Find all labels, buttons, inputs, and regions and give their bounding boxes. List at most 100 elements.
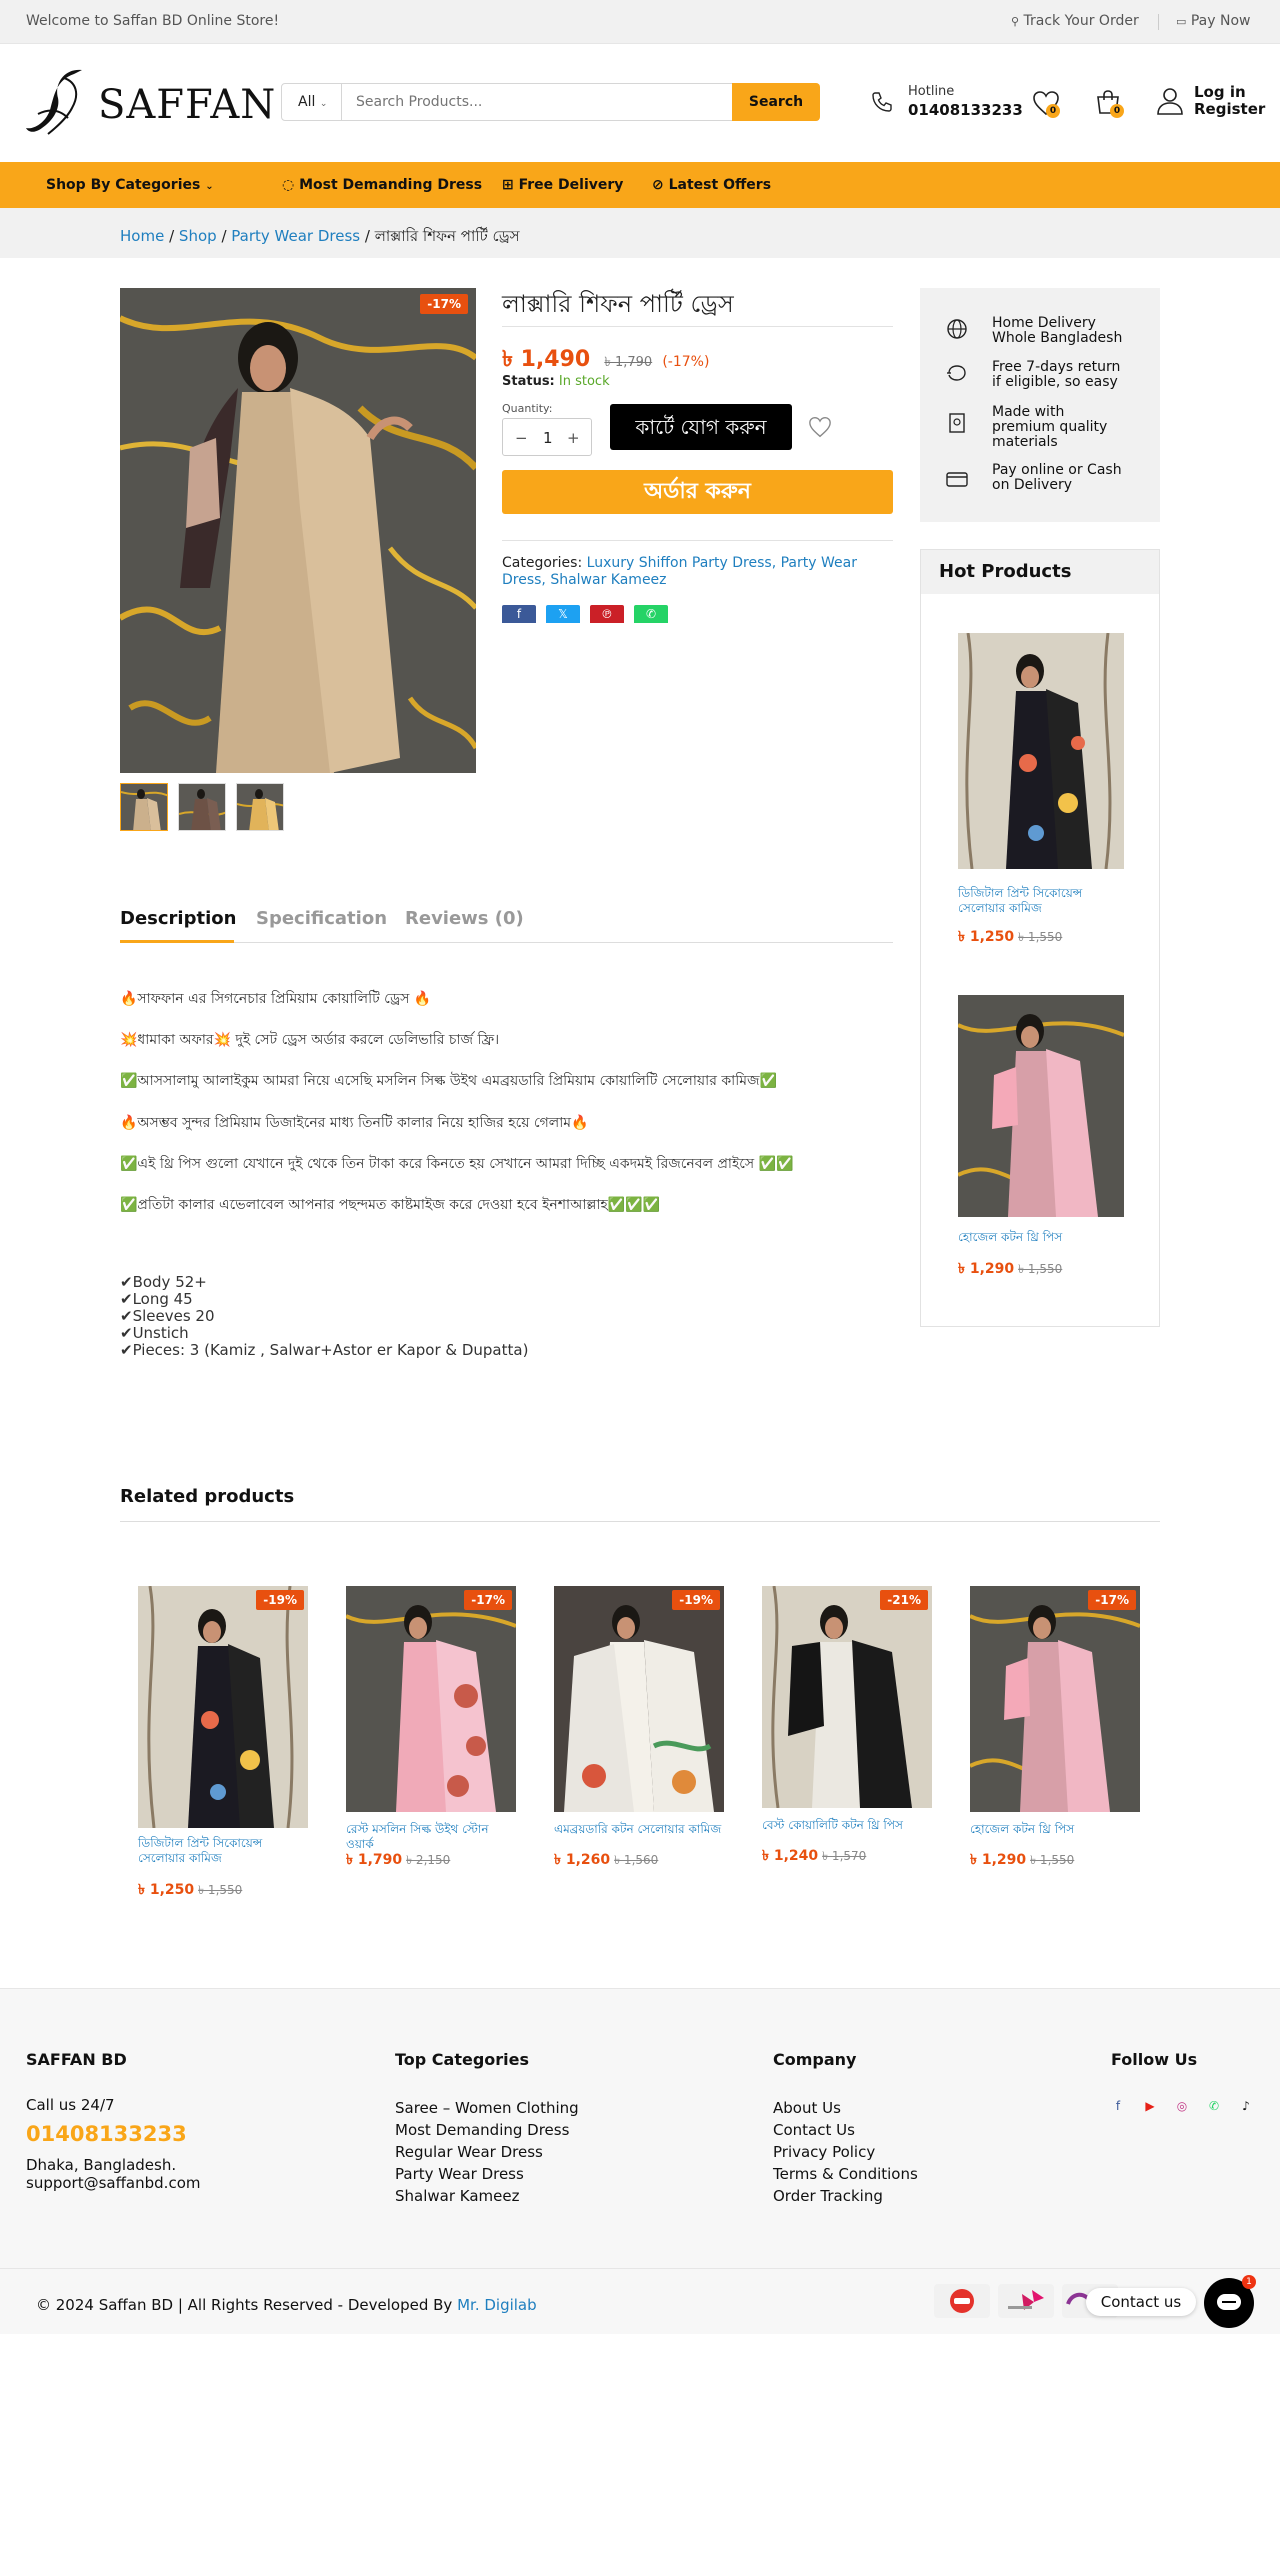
breadcrumb-home[interactable]: Home <box>120 227 164 245</box>
breadcrumb-shop[interactable]: Shop <box>179 227 217 245</box>
related-product-name[interactable]: এমব্রয়ডারি কটন সেলোয়ার কামিজ <box>554 1822 724 1837</box>
order-now-button[interactable]: অর্ডার করুন <box>502 470 893 514</box>
tab-specification[interactable]: Specification <box>256 908 387 929</box>
pay-now-link[interactable]: ▭ Pay Now <box>1176 13 1250 29</box>
breadcrumb-party-wear[interactable]: Party Wear Dress <box>231 227 360 245</box>
product-photo <box>120 288 476 773</box>
product-categories: Categories: Luxury Shiffon Party Dress, … <box>502 555 893 589</box>
login-link[interactable]: Log in <box>1194 84 1265 101</box>
nav-item-free-delivery[interactable]: ⊞ Free Delivery <box>502 177 623 193</box>
footer-link[interactable]: Regular Wear Dress <box>395 2143 543 2161</box>
related-product-price: ৳ 1,260 ৳ 1,560 <box>554 1848 658 1872</box>
footer-link[interactable]: Party Wear Dress <box>395 2165 524 2183</box>
related-product-name[interactable]: ডিজিটাল প্রিন্ট সিকোয়েন্স সেলোয়ার কামি… <box>138 1836 308 1866</box>
breadcrumb-separator: / <box>221 227 227 245</box>
hot-product-name[interactable]: হোজেল কটন থ্রি পিস <box>958 1230 1128 1245</box>
chevron-down-icon: ⌄ <box>205 181 214 192</box>
phone-icon <box>872 92 892 112</box>
footer-link[interactable]: About Us <box>773 2099 841 2117</box>
hot-product-image[interactable] <box>958 633 1124 869</box>
feature-payment: Pay online or Cash on Delivery <box>992 462 1122 493</box>
increase-button[interactable]: + <box>567 429 580 447</box>
footer-email[interactable]: support@saffanbd.com <box>26 2174 200 2192</box>
related-product-image[interactable]: -21% <box>762 1586 932 1808</box>
nav-item-most-demanding[interactable]: ◌ Most Demanding Dress <box>282 177 482 193</box>
related-product-name[interactable]: বেস্ট কোয়ালিটি কটন থ্রি পিস <box>762 1818 932 1833</box>
chevron-down-icon: ⌄ <box>319 99 328 109</box>
quantity-stepper: − 1 + <box>502 418 592 456</box>
search-category-value: All <box>298 94 316 110</box>
footer-link[interactable]: Shalwar Kameez <box>395 2187 520 2205</box>
share-whatsapp-icon[interactable]: ✆ <box>634 605 668 623</box>
cart-button[interactable]: 0 <box>1094 88 1124 120</box>
description-line: ✅এই থ্রি পিস গুলো যেখানে দুই থেকে তিন টা… <box>120 1156 794 1172</box>
shop-by-categories-menu[interactable]: Shop By Categories ⌄ <box>46 177 214 193</box>
whatsapp-icon[interactable]: ✆ <box>1206 2098 1222 2114</box>
developer-link[interactable]: Mr. Digilab <box>457 2296 537 2314</box>
user-icon[interactable] <box>1156 86 1184 116</box>
payment-method-icon <box>950 2289 974 2313</box>
footer-link[interactable]: Order Tracking <box>773 2187 883 2205</box>
account-links: Log in Register <box>1194 84 1265 118</box>
search-bar: All ⌄ Search <box>281 83 820 121</box>
instagram-icon[interactable]: ◎ <box>1174 2098 1190 2114</box>
search-category-select[interactable]: All ⌄ <box>282 84 342 120</box>
facebook-icon[interactable]: f <box>1110 2098 1126 2114</box>
decrease-button[interactable]: − <box>515 429 528 447</box>
footer-phone[interactable]: 01408133233 <box>26 2122 187 2146</box>
contact-us-label[interactable]: Contact us <box>1086 2288 1196 2316</box>
footer-link[interactable]: Contact Us <box>773 2121 855 2139</box>
related-product-image[interactable]: -17% <box>970 1586 1140 1812</box>
quality-badge-icon <box>949 413 965 433</box>
nav-item-latest-offers[interactable]: ⊘ Latest Offers <box>652 177 771 193</box>
tiktok-icon[interactable]: ♪ <box>1238 2098 1254 2114</box>
divider <box>120 1521 1160 1522</box>
price-now: ৳ 1,290 <box>970 1852 1027 1868</box>
search-input[interactable] <box>342 84 712 120</box>
divider <box>502 326 893 327</box>
credit-card-icon <box>946 472 968 487</box>
product-thumbnail[interactable] <box>120 783 168 831</box>
spec-line: ✔Sleeves 20 <box>120 1307 215 1325</box>
footer-link[interactable]: Most Demanding Dress <box>395 2121 569 2139</box>
related-product-image[interactable]: -17% <box>346 1586 516 1812</box>
hot-product-photo <box>958 995 1124 1217</box>
wishlist-heart-icon[interactable] <box>808 416 832 438</box>
feature-delivery: Home Delivery Whole Bangladesh <box>992 315 1123 346</box>
footer-company-title: Company <box>773 2050 857 2069</box>
related-product-photo <box>762 1586 932 1808</box>
hot-product-image[interactable] <box>958 995 1124 1217</box>
thumbnail-photo <box>179 784 225 830</box>
footer-link[interactable]: Saree – Women Clothing <box>395 2099 579 2117</box>
share-x-icon[interactable]: 𝕏 <box>546 605 580 623</box>
track-order-link[interactable]: ⚲ Track Your Order <box>1011 13 1139 29</box>
search-button[interactable]: Search <box>732 83 820 121</box>
site-logo[interactable]: SAFFAN <box>24 64 275 144</box>
product-main-image[interactable]: -17% <box>120 288 476 773</box>
product-thumbnail[interactable] <box>178 783 226 831</box>
related-product-image[interactable]: -19% <box>554 1586 724 1812</box>
description-line: ✅প্রতিটা কালার এভেলাবেল আপনার পছন্দমত কা… <box>120 1197 661 1213</box>
hot-product-name[interactable]: ডিজিটাল প্রিন্ট সিকোয়েন্স সেলোয়ার কামি… <box>958 886 1128 916</box>
add-to-cart-button[interactable]: কার্টে যোগ করুন <box>610 404 792 450</box>
nav-item-label: Free Delivery <box>518 177 624 193</box>
related-product-image[interactable]: -19% <box>138 1586 308 1828</box>
tab-reviews[interactable]: Reviews (0) <box>405 908 524 929</box>
footer-follow-title: Follow Us <box>1111 2050 1198 2069</box>
payment-method-icon <box>1008 2290 1044 2310</box>
description-line: 💥ধামাকা অফার💥 দুই সেট ড্রেস অর্ডার করলে … <box>120 1032 500 1048</box>
share-pinterest-icon[interactable]: ℗ <box>590 605 624 623</box>
price-old: ৳ 2,150 <box>406 1853 451 1867</box>
wishlist-button[interactable]: 0 <box>1032 90 1060 120</box>
related-product-photo <box>346 1586 516 1812</box>
quantity-value[interactable]: 1 <box>543 429 553 447</box>
share-facebook-icon[interactable]: f <box>502 605 536 623</box>
product-thumbnail[interactable] <box>236 783 284 831</box>
youtube-icon[interactable]: ▶ <box>1142 2098 1158 2114</box>
register-link[interactable]: Register <box>1194 101 1265 118</box>
related-product-name[interactable]: হোজেল কটন থ্রি পিস <box>970 1822 1140 1837</box>
pay-now-label: Pay Now <box>1190 13 1251 29</box>
tab-description[interactable]: Description <box>120 908 236 929</box>
footer-link[interactable]: Privacy Policy <box>773 2143 875 2161</box>
footer-link[interactable]: Terms & Conditions <box>773 2165 918 2183</box>
